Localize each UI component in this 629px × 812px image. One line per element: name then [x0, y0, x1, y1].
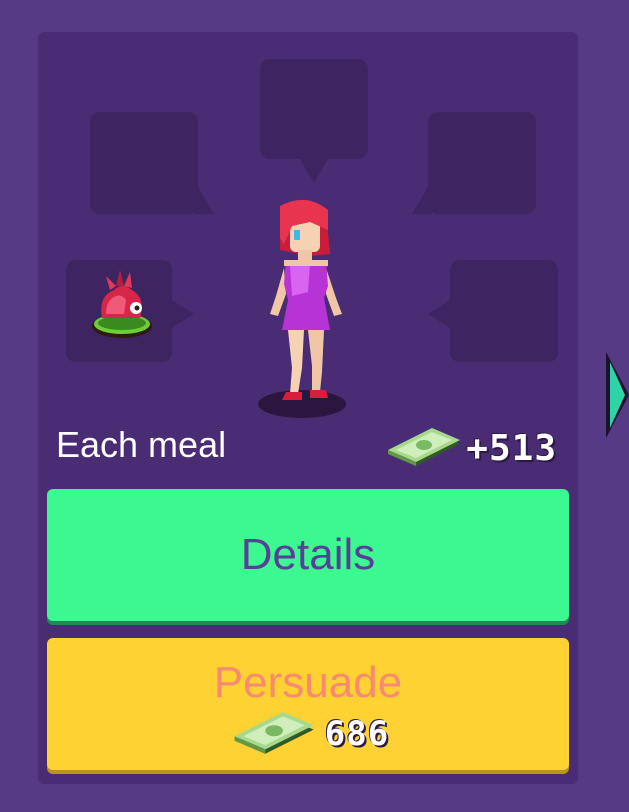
- persuade-cost: 686: [47, 712, 569, 756]
- persuade-label: Persuade: [213, 658, 403, 707]
- dragonfruit-dish-icon: [92, 270, 152, 338]
- bubble-tail: [300, 159, 328, 183]
- preference-bubble-top: [260, 59, 368, 159]
- preference-bubble-top-left: [90, 112, 198, 214]
- character-sprite: [258, 199, 346, 418]
- bubble-tail: [412, 180, 432, 214]
- bubble-tail: [428, 300, 450, 328]
- persuade-cost-amount: 686: [324, 714, 390, 754]
- cash-bundle-icon: [388, 428, 461, 466]
- bubble-tail: [194, 180, 214, 214]
- preference-bubble-right: [450, 260, 558, 362]
- reward-condition-label: Each meal: [56, 424, 227, 465]
- persuade-button[interactable]: Persuade 686: [47, 638, 569, 770]
- cash-bundle-icon: [234, 712, 314, 754]
- details-button[interactable]: Details: [47, 489, 569, 621]
- reward-amount: +513: [466, 427, 557, 469]
- preference-bubble-top-right: [428, 112, 536, 214]
- next-arrow-icon[interactable]: [604, 350, 629, 440]
- bubble-tail: [172, 300, 194, 328]
- reward-per-meal: +513: [384, 424, 557, 472]
